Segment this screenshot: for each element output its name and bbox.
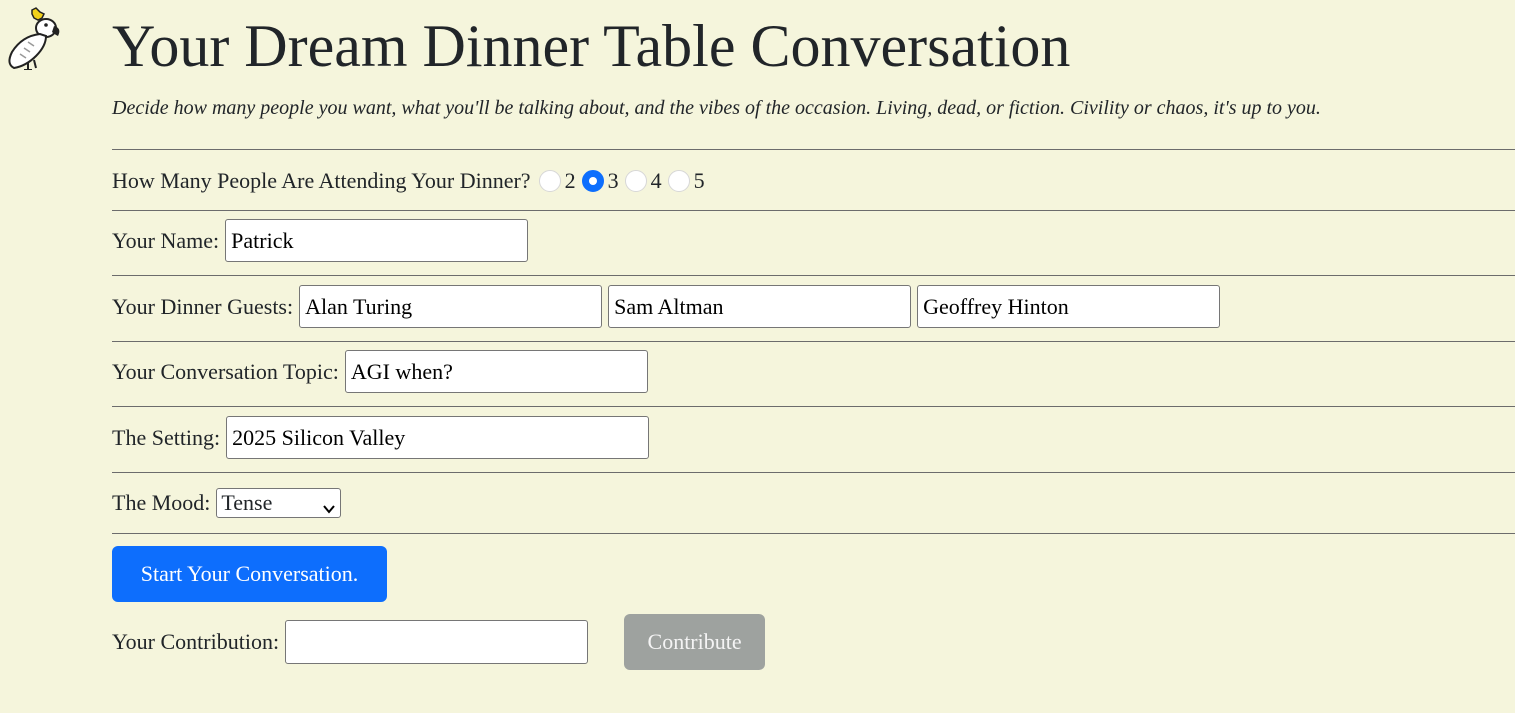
name-row: Your Name: xyxy=(112,218,1515,263)
attendees-radio-label-2: 2 xyxy=(564,168,576,193)
attendees-radio-2[interactable] xyxy=(538,170,561,192)
start-conversation-button[interactable]: Start Your Conversation. xyxy=(112,546,387,602)
attendees-radio-label-4: 4 xyxy=(650,168,662,193)
guests-row: Your Dinner Guests: xyxy=(112,284,1515,329)
attendees-radio-group: 2 3 4 5 xyxy=(537,168,709,194)
guests-label: Your Dinner Guests: xyxy=(112,293,294,319)
attendees-radio-label-5: 5 xyxy=(693,168,705,193)
topic-label: Your Conversation Topic: xyxy=(112,358,339,384)
contribute-button[interactable]: Contribute xyxy=(624,614,766,670)
attendees-radio-label-3: 3 xyxy=(607,168,619,193)
chevron-down-icon xyxy=(322,496,336,514)
attendees-label: How Many People Are Attending Your Dinne… xyxy=(112,168,531,193)
attendees-radio-4[interactable] xyxy=(624,170,647,192)
name-input[interactable] xyxy=(225,219,529,262)
divider xyxy=(112,341,1515,342)
topic-row: Your Conversation Topic: xyxy=(112,349,1515,394)
setting-label: The Setting: xyxy=(112,424,221,450)
contribution-label: Your Contribution: xyxy=(112,629,280,654)
guest-input-2[interactable] xyxy=(608,285,912,328)
mood-row: The Mood: Tense xyxy=(112,488,1515,518)
page-title: Your Dream Dinner Table Conversation xyxy=(112,13,1071,79)
attendees-radio-5[interactable] xyxy=(667,170,690,192)
contribution-input[interactable] xyxy=(285,620,589,664)
mood-label: The Mood: xyxy=(112,490,211,515)
contribution-row: Your Contribution: Contribute xyxy=(112,614,1515,670)
divider xyxy=(112,406,1515,407)
divider xyxy=(112,275,1515,276)
page-subtitle: Decide how many people you want, what yo… xyxy=(112,97,1321,119)
attendees-row: How Many People Are Attending Your Dinne… xyxy=(112,166,1515,196)
mood-select[interactable]: Tense xyxy=(216,488,342,518)
setting-row: The Setting: xyxy=(112,415,1515,460)
divider xyxy=(112,533,1515,534)
mood-selected-value: Tense xyxy=(221,490,273,515)
divider xyxy=(112,472,1515,473)
topic-input[interactable] xyxy=(344,350,648,393)
name-label: Your Name: xyxy=(112,227,220,253)
guest-input-3[interactable] xyxy=(917,285,1221,328)
attendees-radio-3[interactable] xyxy=(581,170,604,192)
setting-input[interactable] xyxy=(226,416,650,459)
cockatoo-logo-icon xyxy=(2,6,64,71)
guest-input-1[interactable] xyxy=(299,285,603,328)
divider xyxy=(112,210,1515,211)
divider xyxy=(112,149,1515,150)
